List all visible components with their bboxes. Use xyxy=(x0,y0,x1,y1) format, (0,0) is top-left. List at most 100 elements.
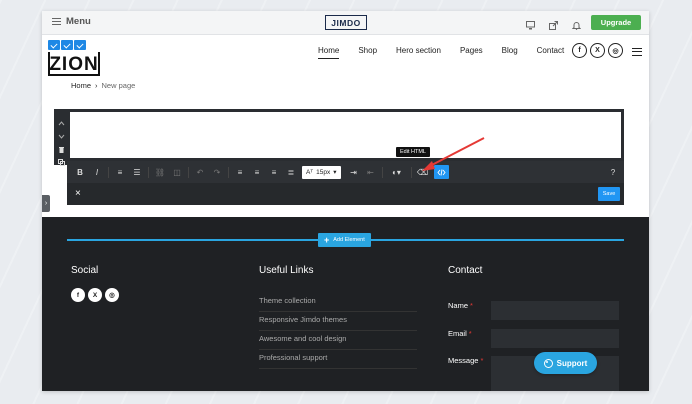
site-menu-icon[interactable] xyxy=(632,48,642,56)
browser-frame: Menu JIMDO Upgrade ZION Home Shop Hero s… xyxy=(42,11,649,391)
message-label-text: Message xyxy=(448,356,479,365)
name-label-text: Name xyxy=(448,301,469,310)
instagram-icon[interactable]: ◎ xyxy=(105,288,119,302)
add-element-label: Add Element xyxy=(333,237,365,243)
menu-label: Menu xyxy=(66,16,91,27)
italic-button[interactable]: I xyxy=(91,166,103,178)
font-size-icon: Aᵀ xyxy=(306,168,314,176)
copy-icon[interactable] xyxy=(57,153,65,166)
name-label: Name * xyxy=(448,301,473,310)
x-icon[interactable]: X xyxy=(590,43,605,58)
contact-title: Contact xyxy=(448,265,483,276)
plus-icon: + xyxy=(324,235,330,245)
chevron-right-icon: › xyxy=(95,81,98,90)
toolbar-divider xyxy=(188,166,189,178)
desktop-preview-icon[interactable] xyxy=(526,17,535,30)
color-picker-button[interactable]: ◐▾ xyxy=(388,166,406,178)
toolbar-divider xyxy=(381,166,383,178)
bold-button[interactable]: B xyxy=(74,166,86,178)
header-social: f X ◎ xyxy=(572,43,623,58)
editor-save-bar: × Save xyxy=(67,183,624,205)
add-element-button[interactable]: + Add Element xyxy=(318,233,371,247)
link-awesome-design[interactable]: Awesome and cool design xyxy=(259,331,417,350)
upgrade-button[interactable]: Upgrade xyxy=(591,15,641,30)
facebook-icon[interactable]: f xyxy=(71,288,85,302)
required-mark: * xyxy=(468,329,472,338)
logo-block[interactable]: ZION xyxy=(48,40,100,76)
hamburger-icon xyxy=(52,18,61,25)
share-icon[interactable] xyxy=(549,17,558,30)
unordered-list-button[interactable]: ☰ xyxy=(131,166,143,178)
outdent-button[interactable]: ⇤ xyxy=(365,166,377,178)
toolbar-divider xyxy=(410,166,412,178)
close-icon[interactable]: × xyxy=(75,188,81,199)
site-logo[interactable]: ZION xyxy=(48,52,100,76)
breadcrumb-home[interactable]: Home xyxy=(71,81,91,90)
toolbar-divider xyxy=(148,166,149,178)
font-size-value: 15px xyxy=(316,168,331,176)
checkmark-icon[interactable] xyxy=(48,40,60,50)
font-size-select[interactable]: Aᵀ 15px ▾ xyxy=(302,165,341,179)
jimdo-logo[interactable]: JIMDO xyxy=(325,15,367,30)
side-panel-toggle[interactable]: › xyxy=(42,195,50,212)
toolbar-divider xyxy=(228,166,229,178)
link-button[interactable]: ⛓ xyxy=(154,166,166,178)
admin-bar: Menu JIMDO Upgrade xyxy=(42,11,649,35)
checkmark-icon[interactable] xyxy=(74,40,86,50)
link-theme-collection[interactable]: Theme collection xyxy=(259,293,417,312)
facebook-icon[interactable]: f xyxy=(572,43,587,58)
nav-item-blog[interactable]: Blog xyxy=(502,46,518,59)
ordered-list-button[interactable]: ≡ xyxy=(114,166,126,178)
link-professional-support[interactable]: Professional support xyxy=(259,350,417,369)
block-handles[interactable] xyxy=(48,40,100,50)
unlink-button[interactable]: ◫ xyxy=(171,166,183,178)
help-button[interactable]: ? xyxy=(607,166,619,178)
required-mark: * xyxy=(480,356,484,365)
editor-toolbar: B I ≡ ☰ ⛓ ◫ ↶ ↷ ≡ ≡ ≡ ≣ Aᵀ 15px ▾ ⇥ ⇤ ◐▾… xyxy=(67,161,624,183)
undo-button[interactable]: ↶ xyxy=(194,166,206,178)
chevron-up-icon[interactable] xyxy=(58,114,65,126)
link-responsive-themes[interactable]: Responsive Jimdo themes xyxy=(259,312,417,331)
required-mark: * xyxy=(470,301,473,310)
toolbar-divider xyxy=(108,166,109,178)
text-editor-area[interactable] xyxy=(67,109,624,161)
nav-item-hero-section[interactable]: Hero section xyxy=(396,46,441,59)
support-button[interactable]: Support xyxy=(534,352,597,374)
message-label: Message * xyxy=(448,356,483,365)
caret-down-icon: ▾ xyxy=(333,169,337,176)
menu-button[interactable]: Menu xyxy=(52,16,91,27)
nav-item-contact[interactable]: Contact xyxy=(537,46,565,59)
align-center-button[interactable]: ≡ xyxy=(251,166,263,178)
bell-icon[interactable] xyxy=(571,17,582,30)
nav-item-pages[interactable]: Pages xyxy=(460,46,483,59)
breadcrumb: Home › New page xyxy=(71,81,135,90)
instagram-icon[interactable]: ◎ xyxy=(608,43,623,58)
editor-side-controls xyxy=(54,109,68,166)
nav-item-home[interactable]: Home xyxy=(318,46,340,59)
site-header: ZION Home Shop Hero section Pages Blog C… xyxy=(42,35,649,85)
save-button[interactable]: Save xyxy=(598,187,620,201)
indent-button[interactable]: ⇥ xyxy=(348,166,360,178)
align-left-button[interactable]: ≡ xyxy=(234,166,246,178)
breadcrumb-current: New page xyxy=(101,81,136,90)
footer-social: f X ◎ xyxy=(71,288,119,302)
main-nav: Home Shop Hero section Pages Blog Contac… xyxy=(318,46,564,59)
redo-button[interactable]: ↷ xyxy=(211,166,223,178)
email-label: Email * xyxy=(448,329,472,338)
support-icon xyxy=(543,358,553,368)
annotation-arrow-icon xyxy=(422,137,485,171)
email-field[interactable] xyxy=(491,329,619,348)
chevron-down-icon[interactable] xyxy=(58,127,65,139)
align-right-button[interactable]: ≡ xyxy=(268,166,280,178)
support-label: Support xyxy=(556,358,588,368)
x-icon[interactable]: X xyxy=(88,288,102,302)
trash-icon[interactable] xyxy=(58,140,65,153)
name-field[interactable] xyxy=(491,301,619,320)
email-label-text: Email xyxy=(448,329,467,338)
useful-links-list: Theme collection Responsive Jimdo themes… xyxy=(259,293,417,369)
checkmark-icon[interactable] xyxy=(61,40,73,50)
social-title: Social xyxy=(71,265,99,276)
align-justify-button[interactable]: ≣ xyxy=(285,166,297,178)
links-title: Useful Links xyxy=(259,265,314,276)
nav-item-shop[interactable]: Shop xyxy=(358,46,377,59)
